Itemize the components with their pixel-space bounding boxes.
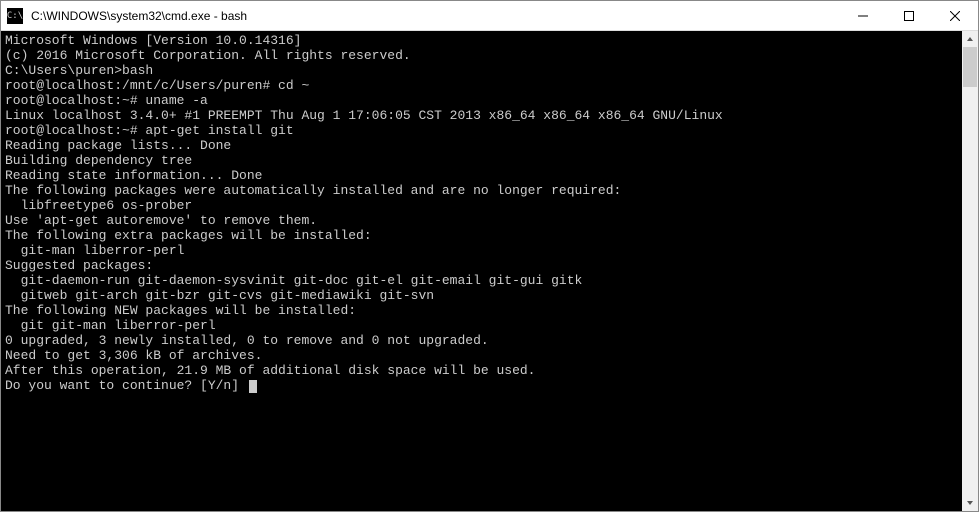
terminal-line: 0 upgraded, 3 newly installed, 0 to remo… bbox=[5, 333, 958, 348]
terminal-line: Reading state information... Done bbox=[5, 168, 958, 183]
terminal-output[interactable]: Microsoft Windows [Version 10.0.14316](c… bbox=[1, 31, 962, 511]
terminal-line: Use 'apt-get autoremove' to remove them. bbox=[5, 213, 958, 228]
window-title: C:\WINDOWS\system32\cmd.exe - bash bbox=[31, 9, 840, 23]
terminal-line: git-daemon-run git-daemon-sysvinit git-d… bbox=[5, 273, 958, 288]
cmd-window: C:\ C:\WINDOWS\system32\cmd.exe - bash M… bbox=[0, 0, 979, 512]
terminal-line: C:\Users\puren>bash bbox=[5, 63, 958, 78]
scrollbar-thumb[interactable] bbox=[963, 47, 977, 87]
terminal-line: Suggested packages: bbox=[5, 258, 958, 273]
vertical-scrollbar[interactable] bbox=[962, 31, 978, 511]
terminal-line: The following packages were automaticall… bbox=[5, 183, 958, 198]
scrollbar-up-button[interactable] bbox=[962, 31, 978, 47]
terminal-line: Linux localhost 3.4.0+ #1 PREEMPT Thu Au… bbox=[5, 108, 958, 123]
terminal-cursor bbox=[249, 380, 257, 393]
minimize-button[interactable] bbox=[840, 1, 886, 30]
scrollbar-down-button[interactable] bbox=[962, 495, 978, 511]
close-button[interactable] bbox=[932, 1, 978, 30]
terminal-line: root@localhost:~# uname -a bbox=[5, 93, 958, 108]
terminal-line: gitweb git-arch git-bzr git-cvs git-medi… bbox=[5, 288, 958, 303]
terminal-line: The following extra packages will be ins… bbox=[5, 228, 958, 243]
terminal-line: root@localhost:~# apt-get install git bbox=[5, 123, 958, 138]
terminal-line: Microsoft Windows [Version 10.0.14316] bbox=[5, 33, 958, 48]
terminal-line: Need to get 3,306 kB of archives. bbox=[5, 348, 958, 363]
terminal-container: Microsoft Windows [Version 10.0.14316](c… bbox=[1, 31, 978, 511]
window-controls bbox=[840, 1, 978, 30]
terminal-line: git git-man liberror-perl bbox=[5, 318, 958, 333]
cmd-icon: C:\ bbox=[7, 8, 23, 24]
terminal-line: Building dependency tree bbox=[5, 153, 958, 168]
terminal-line: The following NEW packages will be insta… bbox=[5, 303, 958, 318]
titlebar[interactable]: C:\ C:\WINDOWS\system32\cmd.exe - bash bbox=[1, 1, 978, 31]
terminal-line: After this operation, 21.9 MB of additio… bbox=[5, 363, 958, 378]
terminal-line: (c) 2016 Microsoft Corporation. All righ… bbox=[5, 48, 958, 63]
terminal-line: Do you want to continue? [Y/n] bbox=[5, 378, 958, 393]
terminal-line: libfreetype6 os-prober bbox=[5, 198, 958, 213]
maximize-button[interactable] bbox=[886, 1, 932, 30]
terminal-line: git-man liberror-perl bbox=[5, 243, 958, 258]
terminal-line: root@localhost:/mnt/c/Users/puren# cd ~ bbox=[5, 78, 958, 93]
terminal-line: Reading package lists... Done bbox=[5, 138, 958, 153]
